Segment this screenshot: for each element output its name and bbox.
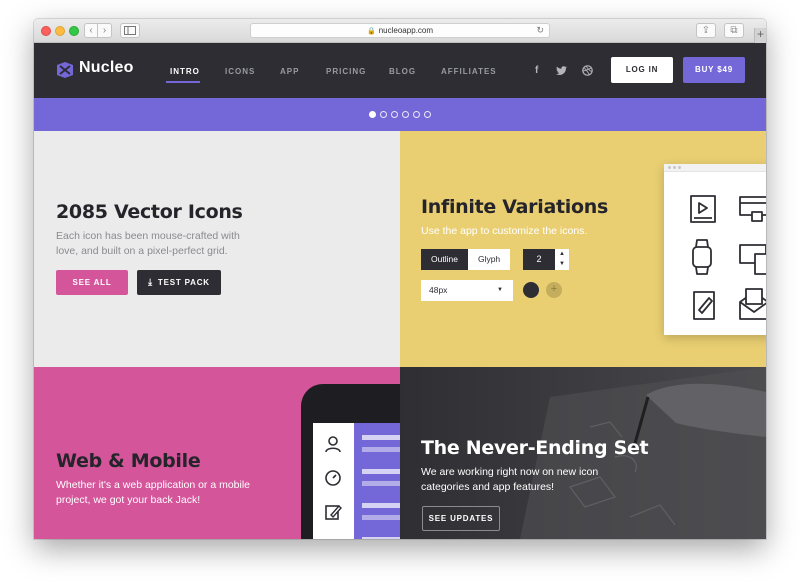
show-tabs-button[interactable]: ⧉ [724, 23, 744, 38]
list-line [362, 515, 400, 520]
zoom-window-button[interactable] [69, 26, 79, 36]
slider-dot[interactable] [424, 111, 431, 118]
list-line [362, 503, 400, 508]
vector-icons-panel: 2085 Vector Icons Each icon has been mou… [34, 131, 400, 367]
new-tab-button[interactable]: + [754, 28, 766, 43]
site-header: Nucleo INTRO ICONS APP PRICING BLOG AFFI… [34, 43, 766, 98]
share-icon: ⇪ [701, 25, 711, 36]
sidebar-icon [124, 26, 136, 35]
user-icon [325, 436, 341, 453]
nav-app[interactable]: APP [280, 67, 299, 76]
stroke-value[interactable]: 2 [523, 249, 555, 270]
list-line [362, 447, 400, 452]
chevron-left-icon: ‹ [89, 25, 93, 36]
edit-icon [325, 504, 342, 520]
never-ending-panel: The Never-Ending Set We are working righ… [400, 367, 766, 539]
devices-icon [739, 244, 766, 275]
nav-active-indicator [166, 81, 200, 83]
login-button[interactable]: LOG IN [611, 57, 673, 83]
list-line [362, 469, 400, 474]
preview-window-bar [664, 164, 766, 172]
test-pack-label: TEST PACK [157, 278, 210, 287]
nav-pricing[interactable]: PRICING [326, 67, 366, 76]
variations-description: Use the app to customize the icons. [421, 225, 588, 237]
address-bar[interactable]: 🔒 nucleoapp.com ↻ [250, 23, 550, 38]
nav-affiliates[interactable]: AFFILIATES [441, 67, 497, 76]
arrow-down-icon[interactable]: ▼ [559, 261, 565, 267]
forward-button[interactable]: › [98, 23, 112, 38]
style-glyph-option[interactable]: Glyph [467, 249, 511, 270]
slider-dot[interactable] [402, 111, 409, 118]
back-button[interactable]: ‹ [84, 23, 98, 38]
style-toggle: Outline Glyph [421, 249, 511, 270]
calendar-icon [324, 537, 342, 539]
list-line [362, 435, 400, 440]
stepper-arrows[interactable]: ▲ ▼ [555, 249, 569, 270]
smartwatch-icon [692, 239, 712, 275]
share-button[interactable]: ⇪ [696, 23, 716, 38]
phone-screen [313, 423, 400, 539]
icon-preview-grid [690, 195, 766, 320]
newsletter-icon [739, 288, 766, 320]
twitter-icon[interactable] [556, 66, 567, 75]
minimize-window-button[interactable] [55, 26, 65, 36]
add-color-button[interactable]: + [546, 282, 562, 298]
variations-title: Infinite Variations [421, 196, 608, 218]
download-icon: ⤓ [148, 277, 153, 287]
stroke-stepper[interactable]: 2 ▲ ▼ [523, 249, 569, 270]
close-window-button[interactable] [41, 26, 51, 36]
tabs-icon: ⧉ [730, 25, 738, 36]
nav-intro[interactable]: INTRO [170, 67, 200, 76]
size-select[interactable]: 48px ▼ [421, 280, 513, 301]
never-ending-title: The Never-Ending Set [421, 437, 649, 459]
slider-dot[interactable] [369, 111, 376, 118]
list-line [362, 481, 400, 486]
brand-name[interactable]: Nucleo [79, 59, 134, 77]
style-outline-option[interactable]: Outline [421, 249, 468, 270]
arrow-up-icon[interactable]: ▲ [559, 251, 565, 257]
phone-mockup [301, 384, 400, 539]
lock-icon: 🔒 [367, 28, 376, 35]
vector-icons-title: 2085 Vector Icons [56, 201, 243, 223]
slider-dot[interactable] [380, 111, 387, 118]
slider-pagination [369, 111, 431, 118]
web-mobile-title: Web & Mobile [56, 450, 201, 472]
nucleo-logo-icon[interactable] [56, 61, 74, 79]
caret-down-icon: ▼ [497, 287, 503, 293]
see-all-button[interactable]: SEE ALL [56, 270, 128, 295]
dribbble-icon[interactable] [582, 65, 593, 76]
slider-dot[interactable] [413, 111, 420, 118]
browser-toolbar: ‹ › 🔒 nucleoapp.com ↻ ⇪ ⧉ + [34, 19, 766, 43]
sidebar-toggle-button[interactable] [120, 23, 140, 38]
variations-panel: Infinite Variations Use the app to custo… [400, 131, 766, 367]
slider-dot[interactable] [391, 111, 398, 118]
browser-window: ‹ › 🔒 nucleoapp.com ↻ ⇪ ⧉ + Nucleo INTRO … [34, 19, 766, 539]
icon-preview-window [664, 164, 766, 335]
nav-blog[interactable]: BLOG [389, 67, 416, 76]
test-pack-button[interactable]: ⤓ TEST PACK [137, 270, 221, 295]
slider-band [34, 98, 766, 131]
credit-card-icon [739, 196, 766, 222]
see-updates-button[interactable]: SEE UPDATES [422, 506, 500, 531]
vector-icons-description: Each icon has been mouse-crafted with lo… [56, 230, 240, 257]
facebook-icon[interactable]: f [535, 65, 538, 76]
buy-button[interactable]: BUY $49 [683, 57, 745, 83]
color-swatch[interactable] [523, 282, 539, 298]
nav-icons[interactable]: ICONS [225, 67, 255, 76]
contract-icon [693, 291, 715, 320]
chevron-right-icon: › [102, 25, 107, 36]
phone-content-list [354, 423, 400, 539]
web-mobile-panel: Web & Mobile Whether it's a web applicat… [34, 367, 400, 539]
url-text: nucleoapp.com [378, 26, 433, 35]
reload-icon[interactable]: ↻ [536, 24, 544, 37]
video-player-icon [690, 195, 716, 223]
web-mobile-description: Whether it's a web application or a mobi… [56, 479, 251, 506]
list-line [362, 537, 400, 539]
dashboard-icon [325, 470, 341, 486]
size-select-value: 48px [429, 285, 448, 295]
never-ending-description: We are working right now on new icon cat… [421, 466, 599, 493]
